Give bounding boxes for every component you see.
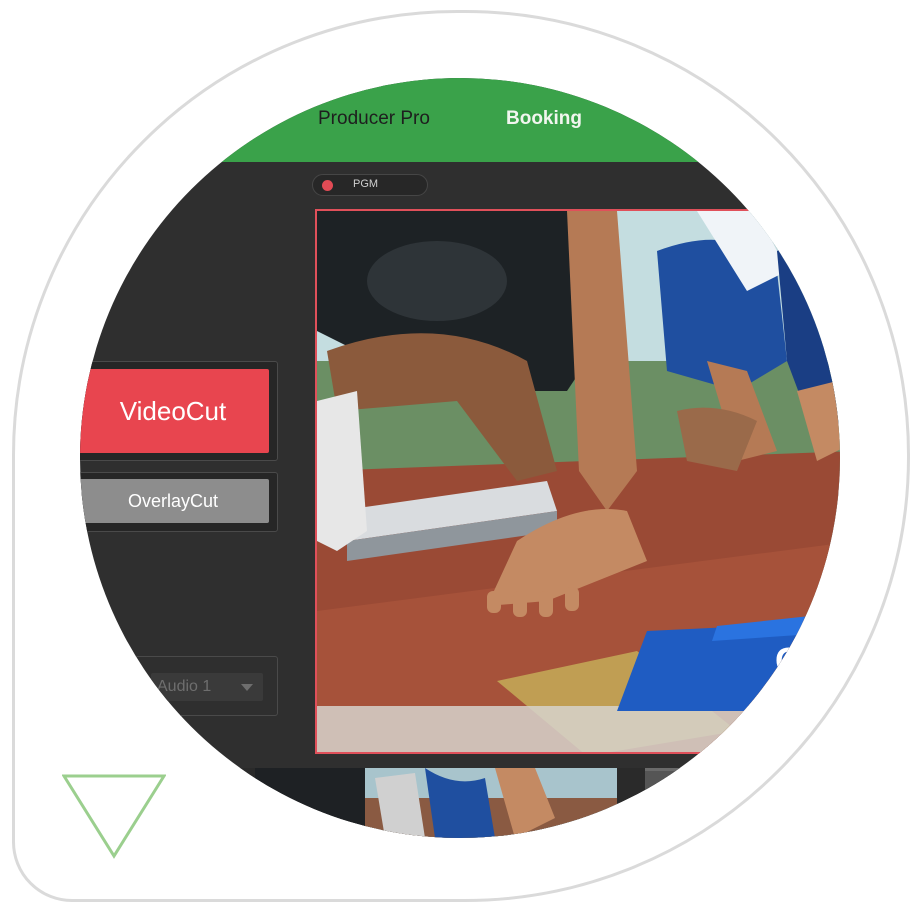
audio-frame: Audio 1 bbox=[80, 656, 278, 716]
live-indicator-icon bbox=[322, 180, 333, 191]
triangle-down-icon bbox=[62, 774, 166, 859]
thumbnail-source-2[interactable] bbox=[645, 768, 815, 838]
program-monitor[interactable]: C bbox=[315, 209, 840, 754]
chevron-down-icon bbox=[241, 684, 253, 691]
overlay-cut-button[interactable]: OverlayCut bbox=[80, 479, 269, 523]
thumbnail-image bbox=[255, 768, 617, 838]
video-cut-frame: VideoCut bbox=[80, 361, 278, 461]
top-nav-bar: Producer Pro Booking bbox=[80, 78, 840, 162]
source-thumbnails bbox=[80, 768, 840, 838]
pgm-badge: PGM bbox=[312, 174, 428, 196]
audio-select[interactable]: Audio 1 bbox=[151, 673, 263, 701]
overlay-cut-frame: OverlayCut bbox=[80, 472, 278, 532]
audio-select-value: Audio 1 bbox=[157, 678, 212, 695]
overlay-graphic-text: C bbox=[775, 640, 801, 681]
pgm-label: PGM bbox=[353, 178, 379, 190]
thumbnail-source-1[interactable] bbox=[255, 768, 617, 838]
video-cut-button[interactable]: VideoCut bbox=[80, 369, 269, 453]
program-video-frame: C bbox=[317, 211, 840, 752]
nav-booking[interactable]: Booking bbox=[506, 108, 582, 130]
app-viewport: Producer Pro Booking PGM VideoCut Overla… bbox=[80, 78, 840, 838]
nav-producer-pro[interactable]: Producer Pro bbox=[318, 108, 430, 130]
